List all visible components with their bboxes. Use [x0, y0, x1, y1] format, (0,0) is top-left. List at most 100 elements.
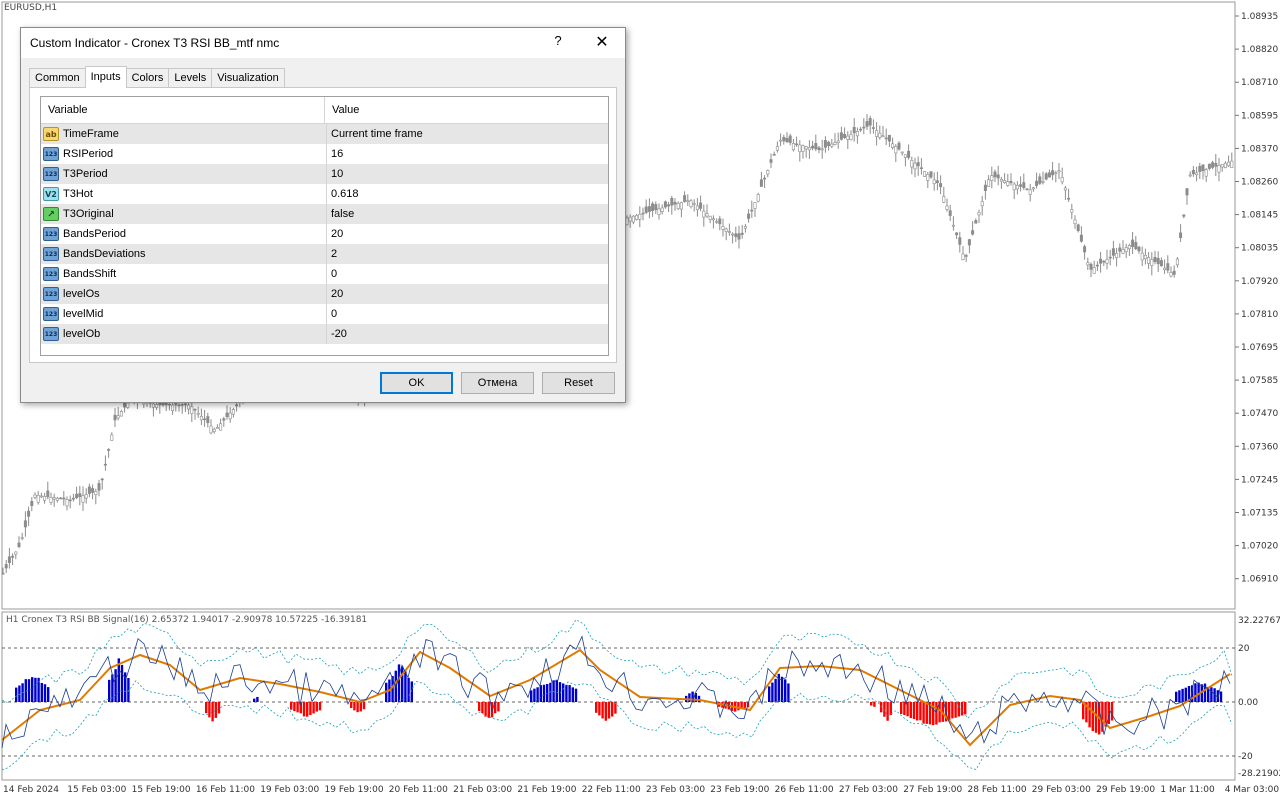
- histogram-bar: [555, 679, 558, 702]
- variable-column-header[interactable]: Variable: [41, 97, 325, 123]
- time-label: 15 Feb 03:00: [67, 785, 126, 795]
- candle-body: [1067, 197, 1071, 200]
- candle-body: [699, 202, 703, 209]
- histogram-bar: [768, 686, 771, 702]
- candle-body: [1214, 162, 1218, 167]
- tab-common[interactable]: Common: [29, 68, 86, 87]
- value-cell[interactable]: 2: [327, 244, 337, 264]
- value-cell[interactable]: 16: [327, 144, 343, 164]
- value-cell[interactable]: false: [327, 204, 354, 224]
- histogram-bar: [787, 683, 790, 702]
- candle-body: [1028, 189, 1032, 195]
- histogram-bar: [607, 702, 611, 719]
- input-row-timeframe[interactable]: ab TimeFrame Current time frame: [41, 124, 608, 144]
- histogram-bar: [1091, 702, 1094, 732]
- input-row-bandsperiod[interactable]: 123 BandsPeriod 20: [41, 224, 608, 244]
- histogram-bar: [743, 702, 746, 708]
- candle-body: [1054, 172, 1058, 175]
- candle-body: [923, 171, 927, 177]
- tab-visualization[interactable]: Visualization: [211, 68, 285, 87]
- candle-body: [1124, 247, 1128, 252]
- candle-body: [859, 128, 863, 131]
- time-label: 4 Mar 03:00: [1225, 785, 1280, 795]
- input-row-rsiperiod[interactable]: 123 RSIPeriod 16: [41, 144, 608, 164]
- input-row-bandsshift[interactable]: 123 BandsShift 0: [41, 264, 608, 284]
- candle-body: [1172, 270, 1176, 275]
- candle-body: [103, 463, 107, 466]
- cancel-button[interactable]: Отмена: [461, 372, 534, 394]
- value-cell[interactable]: 10: [327, 164, 343, 184]
- histogram-bar: [114, 669, 117, 702]
- candle-body: [30, 501, 34, 506]
- candle-body: [231, 409, 235, 415]
- candle-body: [1105, 259, 1109, 264]
- histogram-bar: [1088, 702, 1091, 728]
- candle-body: [849, 134, 853, 141]
- value-cell[interactable]: 0: [327, 264, 337, 284]
- input-row-t3original[interactable]: ↗ T3Original false: [41, 204, 608, 224]
- value-cell[interactable]: 0: [327, 304, 337, 324]
- dialog-title-bar[interactable]: Custom Indicator - Cronex T3 RSI BB_mtf …: [21, 28, 625, 58]
- candle-body: [81, 495, 85, 503]
- input-row-bandsdeviations[interactable]: 123 BandsDeviations 2: [41, 244, 608, 264]
- value-cell[interactable]: Current time frame: [327, 124, 423, 144]
- input-row-levelos[interactable]: 123 levelOs 20: [41, 284, 608, 304]
- value-cell[interactable]: 20: [327, 224, 343, 244]
- input-row-levelob[interactable]: 123 levelOb -20: [41, 324, 608, 344]
- value-cell[interactable]: -20: [327, 324, 347, 344]
- reset-button[interactable]: Reset: [542, 372, 615, 394]
- string-type-icon: ab: [43, 127, 59, 141]
- candle-body: [843, 134, 847, 139]
- candle-body: [820, 148, 824, 151]
- help-button[interactable]: ?: [551, 33, 565, 51]
- candle-body: [772, 154, 776, 156]
- tab-inputs[interactable]: Inputs: [84, 66, 127, 88]
- value-cell[interactable]: 20: [327, 284, 343, 304]
- histogram-bar: [919, 702, 922, 721]
- histogram-bar: [293, 702, 296, 712]
- candle-body: [683, 195, 687, 202]
- histogram-bar: [780, 676, 784, 702]
- histogram-bar: [900, 702, 903, 715]
- variable-cell: V2 T3Hot: [41, 184, 327, 204]
- histogram-bar: [873, 702, 876, 707]
- custom-indicator-dialog[interactable]: Custom Indicator - Cronex T3 RSI BB_mtf …: [20, 27, 626, 403]
- histogram-bar: [302, 702, 306, 717]
- candle-body: [1147, 257, 1151, 264]
- candle-body: [737, 233, 741, 240]
- histogram-bar: [497, 702, 500, 712]
- tab-levels[interactable]: Levels: [168, 68, 213, 87]
- indicator-scale-label: 32.22767: [1238, 616, 1280, 626]
- histogram-bar: [909, 702, 912, 719]
- histogram-bar: [47, 687, 50, 702]
- value-cell[interactable]: 0.618: [327, 184, 359, 204]
- candle-body: [33, 494, 37, 498]
- tab-colors[interactable]: Colors: [125, 68, 170, 87]
- candle-body: [1207, 163, 1211, 169]
- histogram-bar: [108, 679, 111, 702]
- chart-symbol-label: EURUSD,H1: [4, 3, 58, 13]
- value-column-header[interactable]: Value: [325, 97, 359, 123]
- variable-name: levelOb: [63, 328, 101, 340]
- rsi-line: [1, 635, 1231, 749]
- price-label: 1.07470: [1241, 409, 1278, 419]
- candle-body: [1041, 181, 1045, 183]
- inputs-grid[interactable]: Variable Value ab TimeFrame Current time f…: [40, 96, 609, 356]
- candle-body: [193, 408, 197, 411]
- close-button[interactable]: ✕: [591, 32, 613, 52]
- input-row-levelmid[interactable]: 123 levelMid 0: [41, 304, 608, 324]
- price-label: 1.07245: [1241, 475, 1278, 485]
- ok-button[interactable]: OK: [380, 372, 453, 394]
- input-row-t3period[interactable]: 123 T3Period 10: [41, 164, 608, 184]
- indicator-scale-label: -20: [1238, 752, 1253, 762]
- candle-body: [110, 434, 114, 441]
- candle-body: [801, 145, 805, 152]
- candle-body: [1047, 172, 1051, 178]
- candle-body: [1166, 263, 1170, 271]
- histogram-bar: [530, 690, 533, 702]
- candle-body: [4, 564, 8, 569]
- candle-body: [1156, 258, 1160, 265]
- candle-body: [1204, 169, 1208, 177]
- input-row-t3hot[interactable]: V2 T3Hot 0.618: [41, 184, 608, 204]
- candle-body: [795, 143, 799, 146]
